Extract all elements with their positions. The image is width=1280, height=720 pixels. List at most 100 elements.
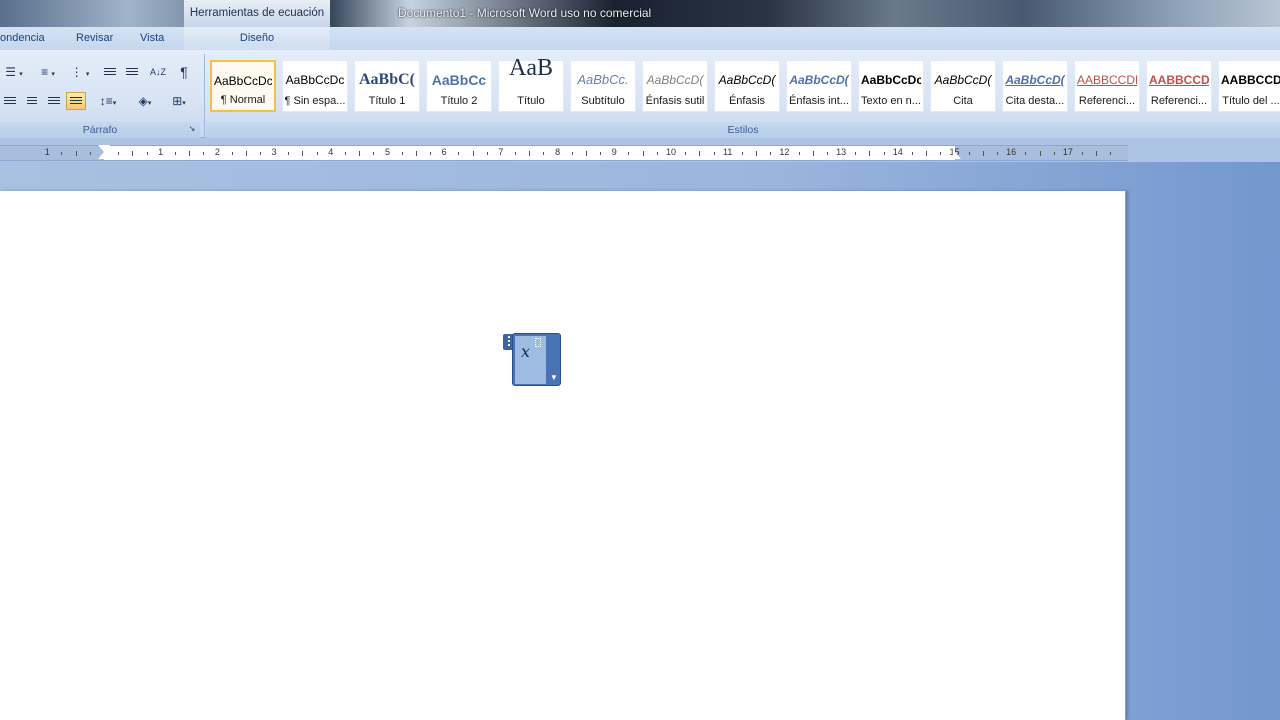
ruler-tick: [344, 152, 346, 155]
ruler-tick: [826, 152, 828, 155]
ruler-tick: [940, 152, 942, 155]
ruler-tick: [118, 152, 120, 155]
style-name-label: ¶ Sin espa...: [284, 95, 346, 107]
ruler-tick: [756, 151, 758, 156]
ruler-tick: [855, 152, 857, 155]
ruler-number: 1: [44, 147, 50, 157]
style-gallery-item[interactable]: AaBbC( Título 1: [354, 60, 420, 112]
title-bar: Herramientas de ecuación Documento1 - Mi…: [0, 0, 1280, 27]
style-sample-text: AaBbCcDc: [214, 74, 272, 88]
style-sample-text: AaBbCc.: [577, 72, 629, 87]
bullets-icon[interactable]: ☰ ▾: [0, 63, 28, 81]
ruler-number: 1: [158, 147, 164, 157]
equation-options-dropdown-icon[interactable]: ▼: [548, 372, 560, 384]
style-gallery-item[interactable]: AaBbCcD( Cita: [930, 60, 996, 112]
style-name-label: ¶ Normal: [220, 94, 266, 106]
pilcrow-icon[interactable]: ¶: [174, 63, 194, 81]
style-gallery-item[interactable]: AABBCCDD Referenci...: [1146, 60, 1212, 112]
align-left-icon[interactable]: [0, 92, 20, 110]
ruler-number: 13: [836, 147, 847, 157]
style-gallery-item[interactable]: AABBCCDI Título del ...: [1218, 60, 1280, 112]
multilevel-list-icon[interactable]: ⋮ ▾: [66, 63, 94, 81]
first-line-indent-marker[interactable]: [98, 145, 110, 152]
ruler-tick: [132, 151, 134, 156]
ruler-tick: [1096, 151, 1098, 156]
style-gallery-item[interactable]: AaBbCc. Subtítulo: [570, 60, 636, 112]
ruler-tick: [911, 152, 913, 155]
ruler-tick: [571, 152, 573, 155]
align-center-icon[interactable]: [22, 92, 42, 110]
justify-icon[interactable]: [66, 92, 86, 110]
tab-diseno[interactable]: Diseño: [184, 27, 330, 50]
style-gallery-item[interactable]: AaBbCcDc ¶ Normal: [210, 60, 276, 112]
borders-icon[interactable]: ⊞▾: [164, 92, 194, 110]
style-name-label: Cita: [953, 95, 973, 107]
ruler-tick: [543, 152, 545, 155]
document-title: Documento1 - Microsoft Word uso no comer…: [398, 6, 652, 20]
style-gallery-item[interactable]: AaBbCcD(Énfasis sutil: [642, 60, 708, 112]
ruler-tick: [1039, 151, 1041, 156]
ruler-tick: [585, 151, 587, 156]
sort-icon[interactable]: A↓Z: [146, 63, 170, 81]
style-name-label: Cita desta...: [1005, 95, 1065, 107]
ruler-tick: [189, 151, 191, 156]
ruler-tick: [75, 151, 77, 156]
hanging-indent-marker[interactable]: [98, 152, 110, 159]
style-gallery-item[interactable]: AABBCCDD Referenci...: [1074, 60, 1140, 112]
ruler-tick: [741, 152, 743, 155]
style-gallery-item[interactable]: AaBbCc Título 2: [426, 60, 492, 112]
paragraph-group-label: Párrafo: [0, 122, 200, 138]
ruler-tick: [1082, 152, 1084, 155]
style-name-label: Título 1: [368, 95, 406, 107]
ruler-tick: [430, 152, 432, 155]
ribbon-tabs: ondencia Revisar Vista Diseño: [0, 27, 1280, 50]
style-gallery-item[interactable]: AaBbCcD(Énfasis: [714, 60, 780, 112]
tab-revisar[interactable]: Revisar: [76, 27, 113, 50]
right-indent-marker[interactable]: [949, 152, 961, 159]
style-name-label: Referenci...: [1078, 95, 1136, 107]
ruler-tick: [926, 151, 928, 156]
equation-tools-context-title: Herramientas de ecuación: [184, 0, 330, 27]
ruler-number: 7: [498, 147, 504, 157]
ruler-tick: [968, 152, 970, 155]
ruler-tick: [770, 152, 772, 155]
ruler-tick: [1025, 152, 1027, 155]
style-gallery-item[interactable]: AaBbCcDc ¶ Sin espa...: [282, 60, 348, 112]
ruler-tick: [1110, 152, 1112, 155]
numbering-icon[interactable]: ≡ ▾: [32, 63, 64, 81]
ruler-tick: [401, 152, 403, 155]
ribbon: ☰ ▾ ≡ ▾ ⋮ ▾ A↓Z ¶ ↕≡▾ ◈▾ ⊞▾ Párrafo ↘ Aa…: [0, 50, 1280, 138]
ruler-tick: [302, 151, 304, 156]
ruler-tick: [486, 152, 488, 155]
tab-correspondencia[interactable]: ondencia: [0, 27, 45, 50]
style-gallery-item[interactable]: AaBbCcD( Cita desta...: [1002, 60, 1068, 112]
ruler-tick: [373, 152, 375, 155]
style-gallery-item[interactable]: AaB Título: [498, 59, 564, 112]
ruler-tick: [1053, 152, 1055, 155]
ruler-number: 10: [665, 147, 676, 157]
decrease-indent-icon[interactable]: [100, 63, 120, 81]
style-name-label: Énfasis int...: [789, 95, 849, 107]
style-sample-text: AABBCCDD: [1077, 73, 1137, 87]
style-gallery-item[interactable]: AaBbCcDc Texto en n...: [858, 60, 924, 112]
style-name-label: Título 2: [440, 95, 478, 107]
ruler-tick: [685, 152, 687, 155]
ruler-tick: [982, 151, 984, 156]
line-spacing-icon[interactable]: ↕≡▾: [92, 92, 124, 110]
ruler-tick: [415, 151, 417, 156]
tab-vista[interactable]: Vista: [140, 27, 164, 50]
dialog-launcher-icon[interactable]: ↘: [186, 123, 198, 135]
style-sample-text: AaBbCcD(: [718, 73, 776, 87]
ruler-tick: [883, 152, 885, 155]
style-name-label: Subtítulo: [581, 95, 625, 107]
style-sample-text: AaBbCcD(: [1005, 73, 1065, 87]
style-sample-text: AaBbCcD(: [934, 73, 992, 87]
align-right-icon[interactable]: [44, 92, 64, 110]
ruler-number: 17: [1062, 147, 1073, 157]
increase-indent-icon[interactable]: [122, 63, 142, 81]
shading-icon[interactable]: ◈▾: [130, 92, 160, 110]
document-page[interactable]: [0, 191, 1126, 720]
style-gallery-item[interactable]: AaBbCcD(Énfasis int...: [786, 60, 852, 112]
ruler-tick: [713, 152, 715, 155]
style-sample-text: AaBbC(: [358, 71, 415, 88]
